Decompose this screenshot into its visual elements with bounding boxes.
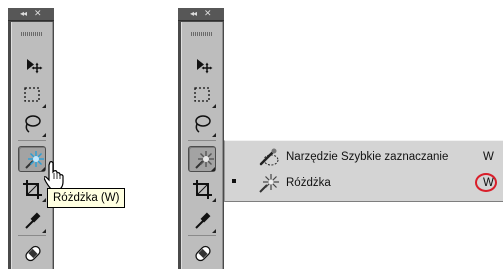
move-icon [197, 59, 213, 74]
marquee-tool-button[interactable] [188, 82, 216, 108]
collapse-icon[interactable]: ◂◂ [20, 8, 27, 20]
submenu-triangle-icon [212, 104, 216, 108]
crop-tool-button[interactable] [18, 176, 46, 202]
flyout-item-label: Narzędzie Szybkie zaznaczanie [286, 151, 449, 163]
close-icon[interactable]: ✕ [34, 8, 42, 20]
flyout-item-label: Różdżka [286, 177, 331, 189]
submenu-triangle-icon [212, 198, 216, 202]
separator [18, 140, 46, 141]
magic-wand-tool-button[interactable] [188, 146, 216, 172]
move-tool-button[interactable] [188, 53, 216, 79]
spot-healing-brush-icon [25, 245, 41, 262]
crop-tool-button[interactable] [188, 176, 216, 202]
magic-wand-tool-button[interactable] [18, 146, 46, 172]
lasso-tool-button[interactable] [18, 111, 46, 137]
flyout-item-magic-wand[interactable]: Różdżka W [225, 171, 503, 195]
toolbar [181, 22, 223, 269]
submenu-triangle-icon [42, 133, 46, 137]
submenu-triangle-icon [42, 229, 46, 233]
submenu-triangle-icon [42, 104, 46, 108]
panel-grip[interactable] [191, 32, 213, 36]
submenu-triangle-icon [42, 198, 46, 202]
tools-panel-left: ◂◂ ✕ [8, 8, 54, 269]
quick-selection-icon [259, 148, 279, 166]
flyout-item-shortcut: W [483, 151, 494, 163]
submenu-triangle-icon [212, 133, 216, 137]
tool-flyout-menu: Narzędzie Szybkie zaznaczanie W Różdżka … [224, 140, 503, 202]
separator [188, 140, 216, 141]
submenu-triangle-icon [211, 167, 215, 171]
marquee-tool-button[interactable] [18, 82, 46, 108]
panel-header: ◂◂ ✕ [8, 8, 54, 21]
submenu-triangle-icon [212, 229, 216, 233]
separator [18, 235, 46, 236]
lasso-tool-button[interactable] [188, 111, 216, 137]
healing-brush-tool-button[interactable] [18, 241, 46, 267]
eyedropper-tool-button[interactable] [18, 207, 46, 233]
flyout-item-quick-selection[interactable]: Narzędzie Szybkie zaznaczanie W [225, 145, 503, 169]
eyedropper-tool-button[interactable] [188, 207, 216, 233]
selected-bullet-icon [232, 179, 236, 183]
shortcut-highlight-circle [475, 173, 497, 192]
magic-wand-icon [259, 174, 279, 193]
move-icon [27, 59, 43, 74]
healing-brush-tool-button[interactable] [188, 241, 216, 267]
hand-cursor-icon [44, 161, 64, 188]
collapse-icon[interactable]: ◂◂ [190, 8, 197, 20]
panel-header: ◂◂ ✕ [178, 8, 224, 21]
tools-panel-right: ◂◂ ✕ [178, 8, 224, 269]
close-icon[interactable]: ✕ [204, 8, 212, 20]
toolbar [11, 22, 53, 269]
move-tool-button[interactable] [18, 53, 46, 79]
spot-healing-brush-icon [195, 245, 211, 262]
tool-tooltip: Różdżka (W) [47, 188, 126, 208]
panel-grip[interactable] [21, 32, 43, 36]
separator [188, 235, 216, 236]
